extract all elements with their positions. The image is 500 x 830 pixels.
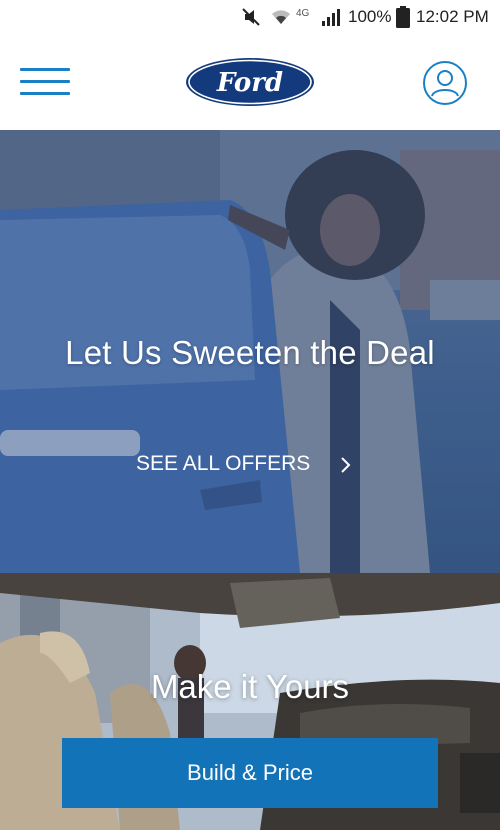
build-hero-title: Make it Yours [150, 668, 350, 705]
offers-hero-title: Let Us Sweeten the Deal [65, 334, 435, 371]
menu-icon [20, 68, 70, 71]
offers-hero[interactable]: Let Us Sweeten the Deal SEE ALL OFFERS [0, 130, 500, 573]
account-icon [423, 61, 467, 105]
mute-icon [242, 8, 260, 26]
battery-percent: 100% [348, 7, 392, 26]
see-all-offers-link[interactable]: SEE ALL OFFERS [136, 452, 351, 480]
ford-logo[interactable]: Ford [184, 56, 316, 108]
logo-text: Ford [216, 68, 283, 98]
clock: 12:02 PM [416, 7, 489, 26]
account-button[interactable] [422, 60, 468, 106]
network-type-label: 4G [296, 8, 310, 19]
site-header: Ford [0, 36, 500, 130]
build-and-price-button[interactable]: Build & Price [62, 738, 438, 808]
signal-icon [322, 9, 340, 26]
battery-icon [396, 6, 410, 28]
build-hero: Make it Yours Build & Price [0, 573, 500, 830]
chevron-right-icon [341, 457, 351, 473]
menu-button[interactable] [20, 68, 72, 102]
status-bar: 4G 100% 12:02 PM [0, 0, 500, 36]
see-all-offers-label: SEE ALL OFFERS [136, 452, 311, 475]
wifi-icon [272, 10, 290, 24]
